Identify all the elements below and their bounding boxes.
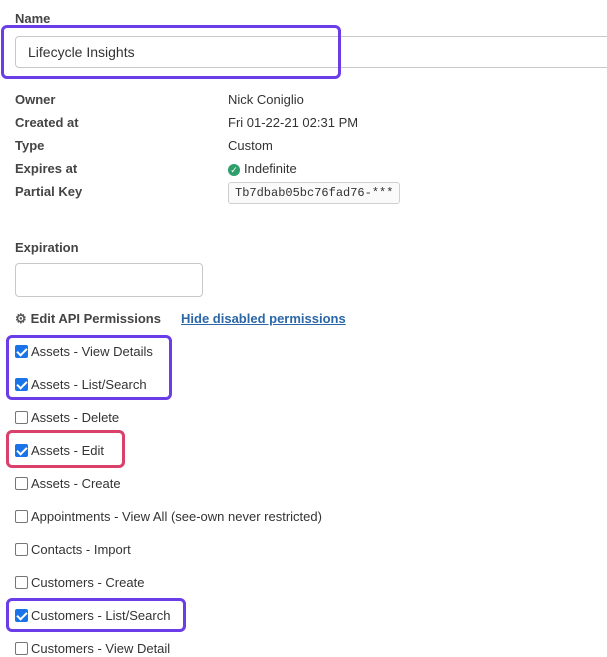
permissions-heading-text: Edit API Permissions bbox=[30, 311, 161, 326]
permission-checkbox[interactable] bbox=[15, 509, 28, 523]
created-value: Fri 01-22-21 02:31 PM bbox=[228, 115, 359, 130]
permissions-heading: ⚙ Edit API Permissions bbox=[15, 311, 161, 327]
expiration-label: Expiration bbox=[15, 240, 79, 255]
permission-checkbox[interactable] bbox=[15, 641, 28, 655]
permission-item[interactable]: Customers - View Detail bbox=[15, 639, 170, 657]
highlight-assets-view-list bbox=[6, 335, 172, 400]
permission-label: Customers - Create bbox=[31, 574, 145, 590]
permission-checkbox[interactable] bbox=[15, 575, 28, 589]
permission-item[interactable]: Contacts - Import bbox=[15, 540, 131, 558]
highlight-name bbox=[1, 25, 341, 79]
type-label: Type bbox=[15, 138, 45, 153]
check-circle-icon: ✓ bbox=[228, 163, 240, 176]
highlight-assets-edit bbox=[6, 430, 125, 468]
permission-label: Contacts - Import bbox=[31, 541, 131, 557]
permission-item[interactable]: Appointments - View All (see-own never r… bbox=[15, 507, 322, 525]
expires-label: Expires at bbox=[15, 161, 78, 176]
permission-label: Assets - Create bbox=[31, 475, 121, 491]
permission-checkbox[interactable] bbox=[15, 410, 28, 424]
permission-checkbox[interactable] bbox=[15, 542, 28, 556]
permission-item[interactable]: Customers - Create bbox=[15, 573, 144, 591]
type-value: Custom bbox=[228, 138, 273, 153]
partial-key-label: Partial Key bbox=[15, 184, 83, 199]
hide-disabled-permissions-link[interactable]: Hide disabled permissions bbox=[181, 311, 346, 326]
permission-label: Customers - View Detail bbox=[31, 640, 171, 656]
permission-item[interactable]: Assets - Create bbox=[15, 474, 121, 492]
permission-checkbox[interactable] bbox=[15, 476, 28, 490]
highlight-customers-list bbox=[6, 598, 186, 632]
expires-value-wrap: ✓ Indefinite bbox=[228, 161, 297, 176]
permission-label: Appointments - View All (see-own never r… bbox=[31, 508, 322, 524]
expiration-input[interactable] bbox=[15, 263, 203, 297]
created-label: Created at bbox=[15, 115, 79, 130]
name-label: Name bbox=[15, 11, 51, 26]
partial-key-value: Tb7dbab05bc76fad76-*** bbox=[228, 182, 401, 204]
owner-value: Nick Coniglio bbox=[228, 92, 304, 107]
permission-item[interactable]: Assets - Delete bbox=[15, 408, 119, 426]
permission-label: Assets - Delete bbox=[31, 409, 120, 425]
gear-icon: ⚙ bbox=[15, 311, 27, 326]
expires-value: Indefinite bbox=[244, 161, 297, 176]
owner-label: Owner bbox=[15, 92, 56, 107]
